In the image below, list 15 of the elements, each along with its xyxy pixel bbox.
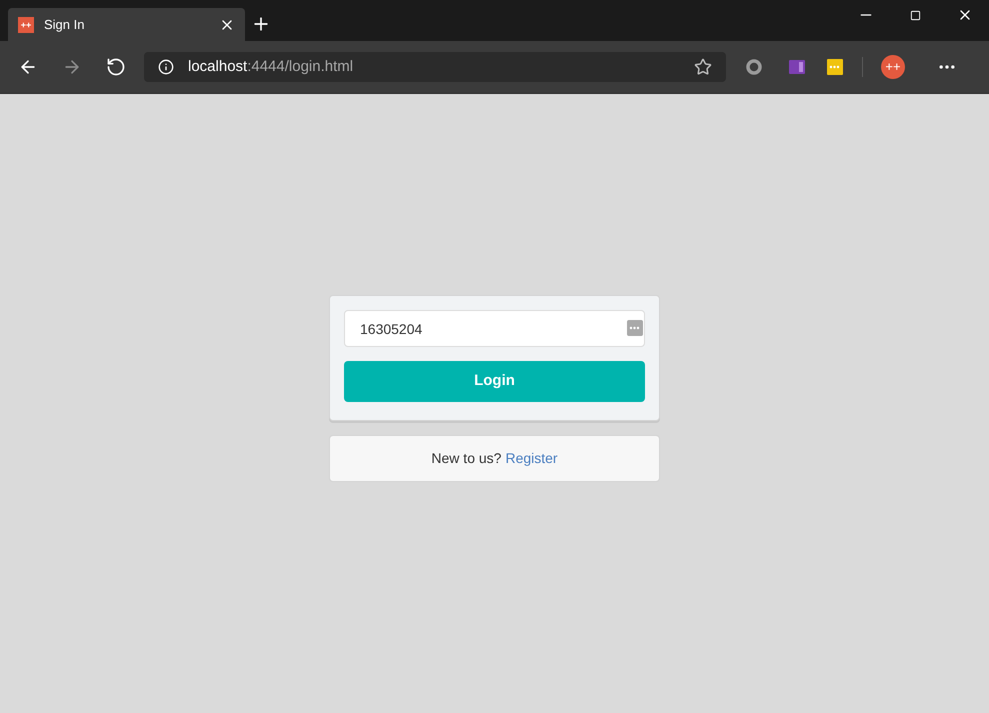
ring-icon[interactable] <box>746 59 762 75</box>
url-text: localhost:4444/login.html <box>188 56 354 77</box>
site-favicon: ++ <box>18 16 34 32</box>
register-prompt: New to us? <box>431 449 502 468</box>
refresh-icon[interactable] <box>106 57 126 77</box>
username-field[interactable]: 16305204 <box>344 310 645 347</box>
favorite-star-icon[interactable] <box>694 58 712 76</box>
extension-avatar[interactable]: ++ <box>881 55 905 79</box>
register-link[interactable]: Register <box>505 448 558 469</box>
info-icon <box>158 59 174 75</box>
notebook-icon[interactable] <box>789 59 805 75</box>
address-bar[interactable]: localhost:4444/login.html <box>144 52 726 82</box>
maximize-icon[interactable] <box>910 10 921 20</box>
browser-tab[interactable]: ++ Sign In <box>8 8 245 41</box>
tab-title: Sign In <box>44 16 86 34</box>
